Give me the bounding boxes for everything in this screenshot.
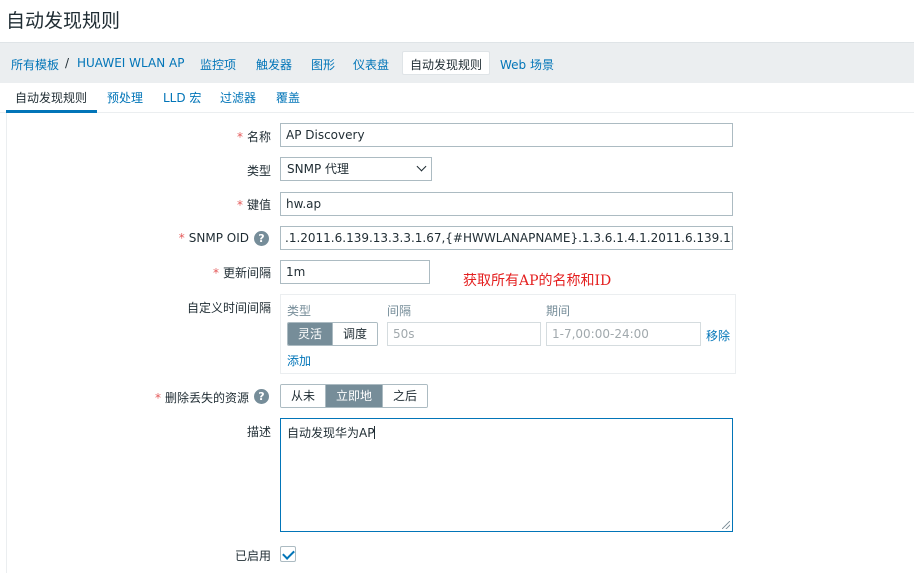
breadcrumb: 所有模板 / HUAWEI WLAN AP 监控项 触发器 图形 仪表盘 自动发… <box>0 42 914 83</box>
update-interval-label: * 更新间隔 <box>212 266 271 280</box>
annotation-text: 获取所有AP的名称和ID <box>463 273 612 289</box>
custom-intervals-table: 类型 间隔 期间 灵活 调度 50s 1-7,00:00-24:00 移除 添加 <box>280 294 736 374</box>
nav-web-scenarios[interactable]: Web 场景 <box>500 56 554 73</box>
description-text: 自动发现华为AP <box>287 426 375 440</box>
enabled-label: 已启用 <box>234 549 271 563</box>
tab-discovery-rule[interactable]: 自动发现规则 <box>15 89 87 106</box>
nav-items[interactable]: 监控项 <box>200 56 236 73</box>
custom-intervals-label: 自定义时间间隔 <box>186 301 271 315</box>
help-icon[interactable]: ? <box>254 231 269 246</box>
snmp-oid-label: * SNMP OID <box>178 231 249 245</box>
description-label: 描述 <box>246 425 271 439</box>
update-interval-input[interactable]: 1m <box>280 260 430 284</box>
chevron-down-icon <box>416 161 427 172</box>
interval-input[interactable]: 50s <box>387 322 541 346</box>
type-select[interactable]: SNMP 代理 <box>280 157 432 181</box>
add-link[interactable]: 添加 <box>287 352 311 369</box>
resize-handle-icon[interactable] <box>722 521 730 529</box>
nav-triggers[interactable]: 触发器 <box>256 56 292 73</box>
type-scheduling-button[interactable]: 调度 <box>332 323 378 345</box>
page-title: 自动发现规则 <box>6 10 121 32</box>
key-label: * 键值 <box>236 198 271 212</box>
interval-type-toggle: 灵活 调度 <box>287 322 379 346</box>
header-interval: 间隔 <box>387 304 412 318</box>
nav-dashboards[interactable]: 仪表盘 <box>353 56 389 73</box>
name-input[interactable]: AP Discovery <box>280 123 733 147</box>
snmp-oid-input[interactable]: .1.2011.6.139.13.3.3.1.67,{#HWWLANAPNAME… <box>280 226 733 250</box>
tab-overrides[interactable]: 覆盖 <box>276 89 300 106</box>
breadcrumb-template[interactable]: HUAWEI WLAN AP <box>77 56 184 70</box>
remove-link[interactable]: 移除 <box>706 327 730 344</box>
breadcrumb-all-templates[interactable]: 所有模板 <box>11 56 59 73</box>
keep-lost-toggle: 从未 立即地 之后 <box>280 384 429 408</box>
nav-discovery-rules[interactable]: 自动发现规则 <box>402 51 491 75</box>
header-type: 类型 <box>287 304 312 318</box>
keep-after-button[interactable]: 之后 <box>382 385 428 407</box>
keep-lost-label: * 删除丢失的资源 <box>154 391 249 405</box>
name-label: * 名称 <box>236 130 271 144</box>
form-tabs: 自动发现规则 预处理 LLD 宏 过滤器 覆盖 <box>0 83 914 113</box>
keep-immediately-button[interactable]: 立即地 <box>325 385 383 407</box>
type-label: 类型 <box>246 164 271 178</box>
key-input[interactable]: hw.ap <box>280 192 733 216</box>
tab-filters[interactable]: 过滤器 <box>220 89 256 106</box>
breadcrumb-separator: / <box>65 56 70 70</box>
nav-graphs[interactable]: 图形 <box>311 56 335 73</box>
help-icon[interactable]: ? <box>254 389 269 404</box>
tab-preprocessing[interactable]: 预处理 <box>107 89 143 106</box>
type-flexible-button[interactable]: 灵活 <box>288 323 333 345</box>
enabled-checkbox[interactable] <box>280 546 296 562</box>
header-period: 期间 <box>546 304 571 318</box>
keep-never-button[interactable]: 从未 <box>281 385 326 407</box>
period-input[interactable]: 1-7,00:00-24:00 <box>546 322 701 346</box>
text-caret <box>374 426 376 439</box>
description-textarea[interactable]: 自动发现华为AP <box>280 418 733 532</box>
tab-lld-macros[interactable]: LLD 宏 <box>163 89 201 106</box>
